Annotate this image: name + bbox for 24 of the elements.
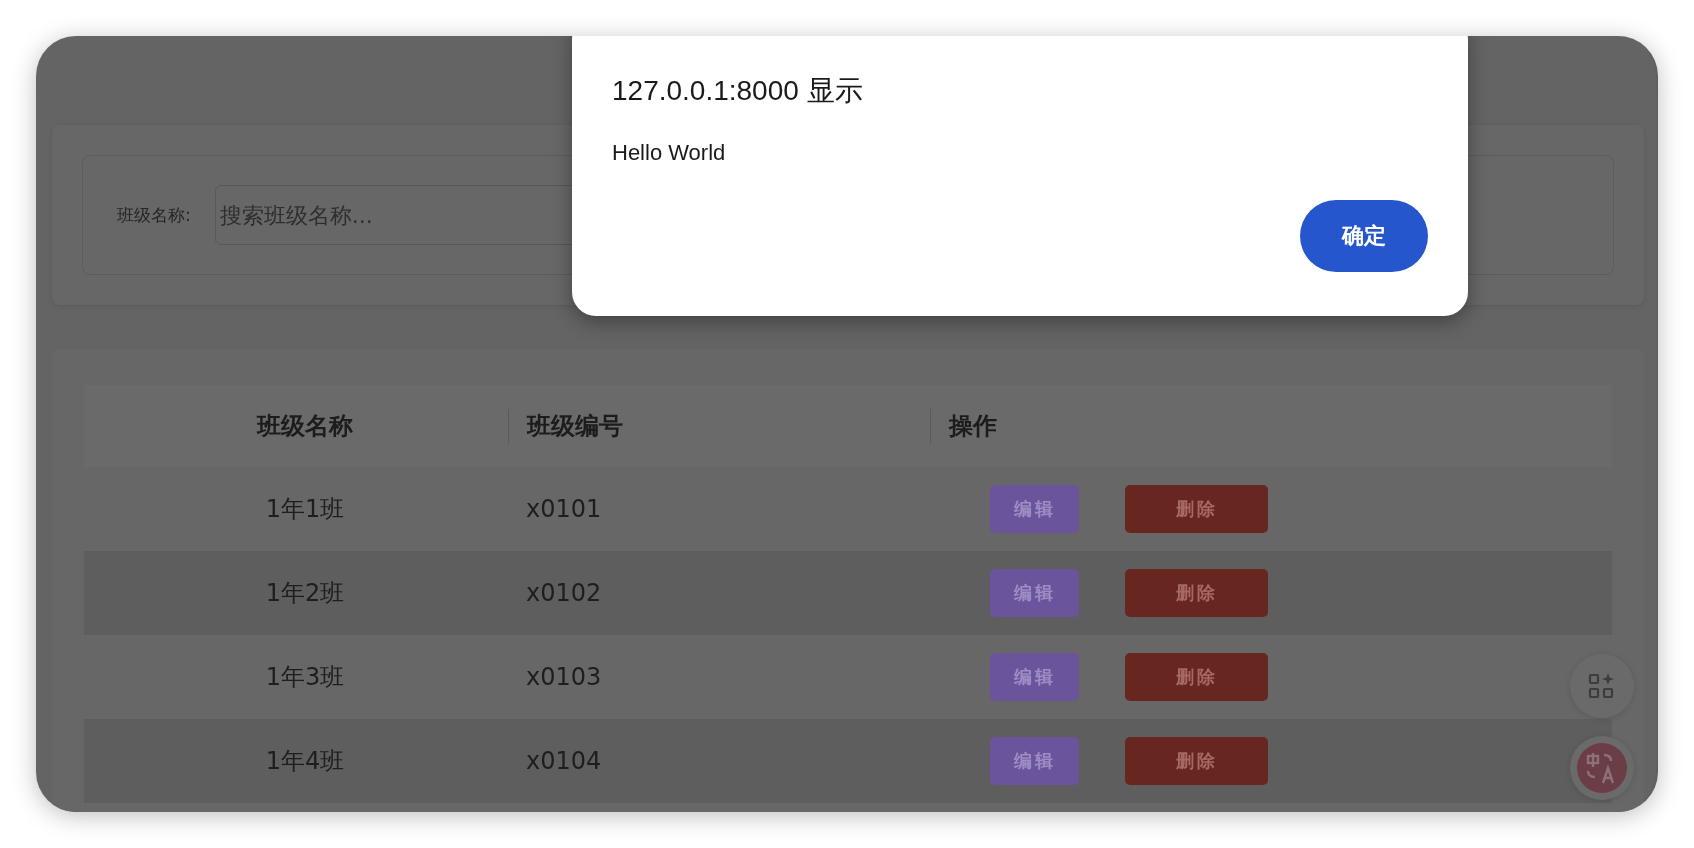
search-label: 班级名称: xyxy=(117,203,191,227)
edit-button[interactable]: 编辑 xyxy=(990,569,1079,617)
column-header: 操作 xyxy=(930,409,1612,443)
column-header: 班级编号 xyxy=(508,409,930,443)
edit-button[interactable]: 编辑 xyxy=(990,485,1079,533)
class-code-cell-text: x0101 xyxy=(525,495,603,523)
class-code-cell-text: x0102 xyxy=(525,579,603,607)
class-name-cell-text: 1年2班 xyxy=(264,578,346,609)
confirm-button[interactable]: 确定 xyxy=(1300,200,1428,272)
delete-button[interactable]: 删除 xyxy=(1125,653,1268,701)
class-code-cell-text: x0103 xyxy=(525,663,603,691)
delete-button[interactable]: 删除 xyxy=(1125,569,1268,617)
class-name-cell-text: 1年1班 xyxy=(264,494,346,525)
dialog-message: Hello World xyxy=(612,140,727,166)
delete-button[interactable]: 删除 xyxy=(1125,485,1268,533)
edit-button[interactable]: 编辑 xyxy=(990,653,1079,701)
column-header: 班级名称 xyxy=(255,411,354,442)
dialog-title: 127.0.0.1:8000 显示 xyxy=(612,74,864,108)
class-name-cell-text: 1年4班 xyxy=(264,746,346,777)
class-name-cell-text: 1年3班 xyxy=(264,662,346,693)
edit-button[interactable]: 编辑 xyxy=(990,737,1079,785)
delete-button[interactable]: 删除 xyxy=(1125,737,1268,785)
apps-sparkle-icon xyxy=(1588,672,1616,700)
class-code-cell-text: x0104 xyxy=(525,747,603,775)
